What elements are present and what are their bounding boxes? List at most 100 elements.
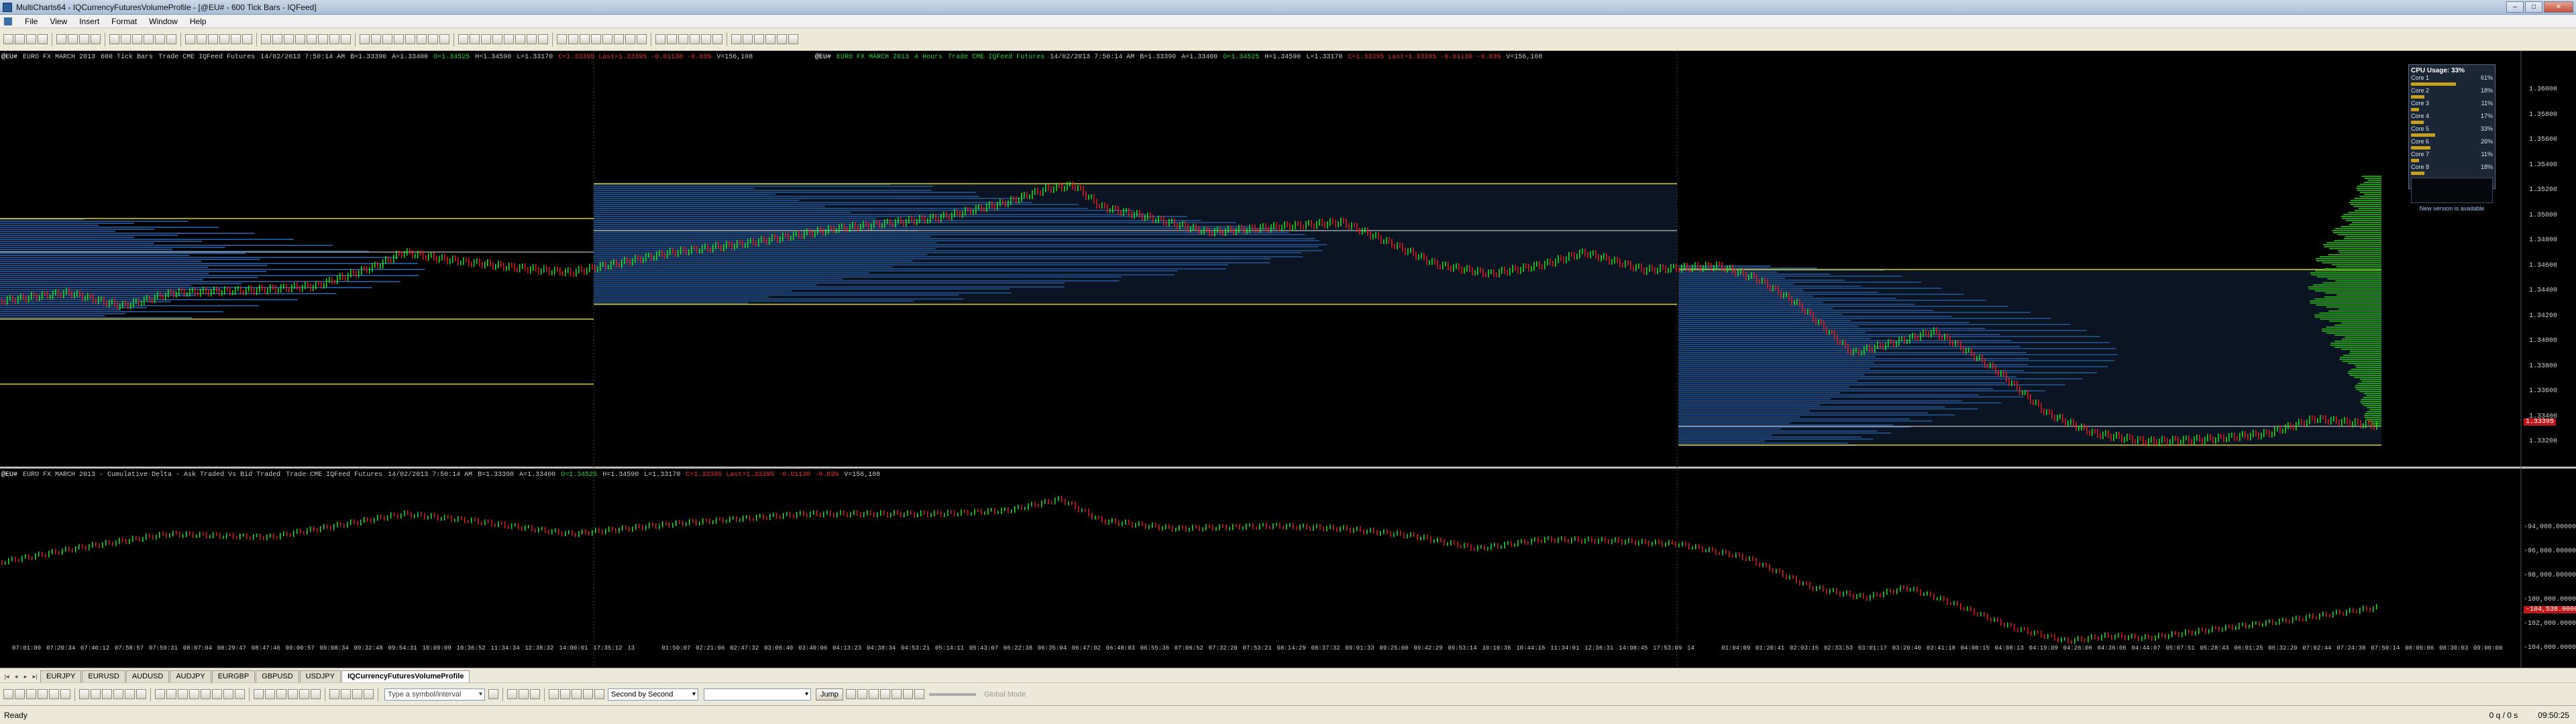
workspace-tab-gbpusd[interactable]: GBPUSD bbox=[256, 670, 299, 682]
toolbar-button-53-icon[interactable] bbox=[655, 34, 665, 44]
toolbar-button-36-icon[interactable] bbox=[439, 34, 449, 44]
toolbar-button-52-icon[interactable] bbox=[637, 34, 647, 44]
workspace-tab-eurjpy[interactable]: EURJPY bbox=[40, 670, 82, 682]
toolbar-button-61-icon[interactable] bbox=[754, 34, 764, 44]
toolbar-button-50-icon[interactable] bbox=[614, 34, 624, 44]
toolbar-button-46-icon[interactable] bbox=[568, 34, 578, 44]
toolbar-button-23-icon[interactable] bbox=[284, 34, 294, 44]
workspace-tab-iqcurrencyfuturesvolumeprofile[interactable]: IQCurrencyFuturesVolumeProfile bbox=[341, 670, 470, 682]
draw-tool-22-icon[interactable] bbox=[265, 689, 275, 699]
workspace-tab-audusd[interactable]: AUDUSD bbox=[125, 670, 170, 682]
toolbar-button-30-icon[interactable] bbox=[371, 34, 381, 44]
toolbar-button-32-icon[interactable] bbox=[394, 34, 404, 44]
menu-file[interactable]: File bbox=[19, 17, 44, 26]
draw-tool-6-icon[interactable] bbox=[60, 689, 70, 699]
draw-tool-13-icon[interactable] bbox=[155, 689, 165, 699]
draw-tool-12-icon[interactable] bbox=[136, 689, 146, 699]
toolbar-button-42-icon[interactable] bbox=[515, 34, 525, 44]
toolbar-button-41-icon[interactable] bbox=[504, 34, 514, 44]
toolbar-button-54-icon[interactable] bbox=[667, 34, 677, 44]
tab-last-arrow-icon[interactable]: ▸| bbox=[31, 673, 39, 682]
toolbar-button-2-icon[interactable] bbox=[15, 34, 25, 44]
toolbar-button-56-icon[interactable] bbox=[690, 34, 700, 44]
draw-tool-16-icon[interactable] bbox=[189, 689, 199, 699]
replay-tool-1-icon[interactable] bbox=[507, 689, 517, 699]
toolbar-button-5-icon[interactable] bbox=[56, 34, 66, 44]
playback-tool-1-icon[interactable] bbox=[845, 689, 856, 699]
tab-first-arrow-icon[interactable]: |◂ bbox=[3, 673, 11, 682]
toolbar-button-15-icon[interactable] bbox=[185, 34, 195, 44]
toolbar-button-6-icon[interactable] bbox=[68, 34, 78, 44]
toolbar-button-64-icon[interactable] bbox=[788, 34, 798, 44]
toolbar-button-21-icon[interactable] bbox=[261, 34, 271, 44]
draw-tool-1-icon[interactable] bbox=[3, 689, 13, 699]
toolbar-button-39-icon[interactable] bbox=[481, 34, 491, 44]
toolbar-button-10-icon[interactable] bbox=[121, 34, 131, 44]
toolbar-button-24-icon[interactable] bbox=[295, 34, 305, 44]
toolbar-button-63-icon[interactable] bbox=[777, 34, 787, 44]
chart-window[interactable]: @EU# EURO FX MARCH 2013 600 Tick Bars Tr… bbox=[0, 51, 2576, 676]
replay-tool-2-icon[interactable] bbox=[519, 689, 529, 699]
toolbar-button-33-icon[interactable] bbox=[405, 34, 415, 44]
draw-tool-29-icon[interactable] bbox=[352, 689, 362, 699]
minimize-button[interactable]: – bbox=[2506, 1, 2524, 13]
time-axis[interactable]: 07:01:00 07:20:34 07:40:12 07:58:57 07:59:31… bbox=[0, 645, 2522, 654]
toolbar-button-1-icon[interactable] bbox=[3, 34, 13, 44]
toolbar-button-27-icon[interactable] bbox=[329, 34, 339, 44]
draw-tool-5-icon[interactable] bbox=[49, 689, 59, 699]
replay-date-input[interactable] bbox=[704, 688, 811, 701]
toolbar-button-45-icon[interactable] bbox=[557, 34, 567, 44]
toolbar-button-28-icon[interactable] bbox=[341, 34, 351, 44]
toolbar-button-62-icon[interactable] bbox=[765, 34, 775, 44]
menu-window[interactable]: Window bbox=[143, 17, 184, 26]
toolbar-button-17-icon[interactable] bbox=[208, 34, 218, 44]
tab-prev-arrow-icon[interactable]: ◂ bbox=[12, 673, 20, 682]
toolbar-button-34-icon[interactable] bbox=[417, 34, 427, 44]
playback-tool-5-icon[interactable] bbox=[891, 689, 902, 699]
toolbar-button-57-icon[interactable] bbox=[701, 34, 711, 44]
toolbar-button-40-icon[interactable] bbox=[492, 34, 502, 44]
jump-button[interactable]: Jump bbox=[816, 688, 843, 701]
toolbar-button-12-icon[interactable] bbox=[144, 34, 154, 44]
menu-help[interactable]: Help bbox=[184, 17, 213, 26]
toolbar-button-7-icon[interactable] bbox=[79, 34, 89, 44]
draw-tool-14-icon[interactable] bbox=[166, 689, 176, 699]
global-mode-toggle[interactable]: Global Mode bbox=[984, 690, 1026, 699]
playback-tool-3-icon[interactable] bbox=[868, 689, 879, 699]
draw-tool-25-icon[interactable] bbox=[299, 689, 309, 699]
draw-tool-24-icon[interactable] bbox=[288, 689, 298, 699]
menu-insert[interactable]: Insert bbox=[73, 17, 105, 26]
replay-speed-slider[interactable] bbox=[928, 692, 976, 696]
update-notice[interactable]: New version is available bbox=[2411, 205, 2493, 212]
draw-tool-18-icon[interactable] bbox=[212, 689, 222, 699]
toolbar-button-31-icon[interactable] bbox=[382, 34, 392, 44]
toolbar-button-25-icon[interactable] bbox=[307, 34, 317, 44]
draw-tool-23-icon[interactable] bbox=[276, 689, 286, 699]
toolbar-button-3-icon[interactable] bbox=[26, 34, 36, 44]
symbol-interval-input[interactable]: Type a symbol/interval bbox=[384, 688, 485, 701]
toolbar-button-11-icon[interactable] bbox=[132, 34, 142, 44]
toolbar-button-22-icon[interactable] bbox=[272, 34, 282, 44]
toolbar-button-43-icon[interactable] bbox=[527, 34, 537, 44]
toolbar-button-8-icon[interactable] bbox=[91, 34, 101, 44]
toolbar-button-38-icon[interactable] bbox=[470, 34, 480, 44]
playback-tool-6-icon[interactable] bbox=[902, 689, 913, 699]
toolbar-button-26-icon[interactable] bbox=[318, 34, 328, 44]
menu-format[interactable]: Format bbox=[105, 17, 143, 26]
toolbar-button-47-icon[interactable] bbox=[580, 34, 590, 44]
playback-tool-7-icon[interactable] bbox=[914, 689, 924, 699]
toolbar-button-60-icon[interactable] bbox=[743, 34, 753, 44]
draw-tool-21-icon[interactable] bbox=[254, 689, 264, 699]
toolbar-button-13-icon[interactable] bbox=[155, 34, 165, 44]
playback-tool-2-icon[interactable] bbox=[857, 689, 867, 699]
draw-tool-10-icon[interactable] bbox=[113, 689, 123, 699]
draw-tool-2-icon[interactable] bbox=[15, 689, 25, 699]
toolbar-button-9-icon[interactable] bbox=[109, 34, 119, 44]
toolbar-button-37-icon[interactable] bbox=[458, 34, 468, 44]
toolbar-button-29-icon[interactable] bbox=[360, 34, 370, 44]
draw-tool-3-icon[interactable] bbox=[26, 689, 36, 699]
draw-tool-30-icon[interactable] bbox=[364, 689, 374, 699]
toolbar-button-49-icon[interactable] bbox=[602, 34, 612, 44]
workspace-tab-audjpy[interactable]: AUDJPY bbox=[170, 670, 211, 682]
workspace-tab-eurgbp[interactable]: EURGBP bbox=[211, 670, 256, 682]
